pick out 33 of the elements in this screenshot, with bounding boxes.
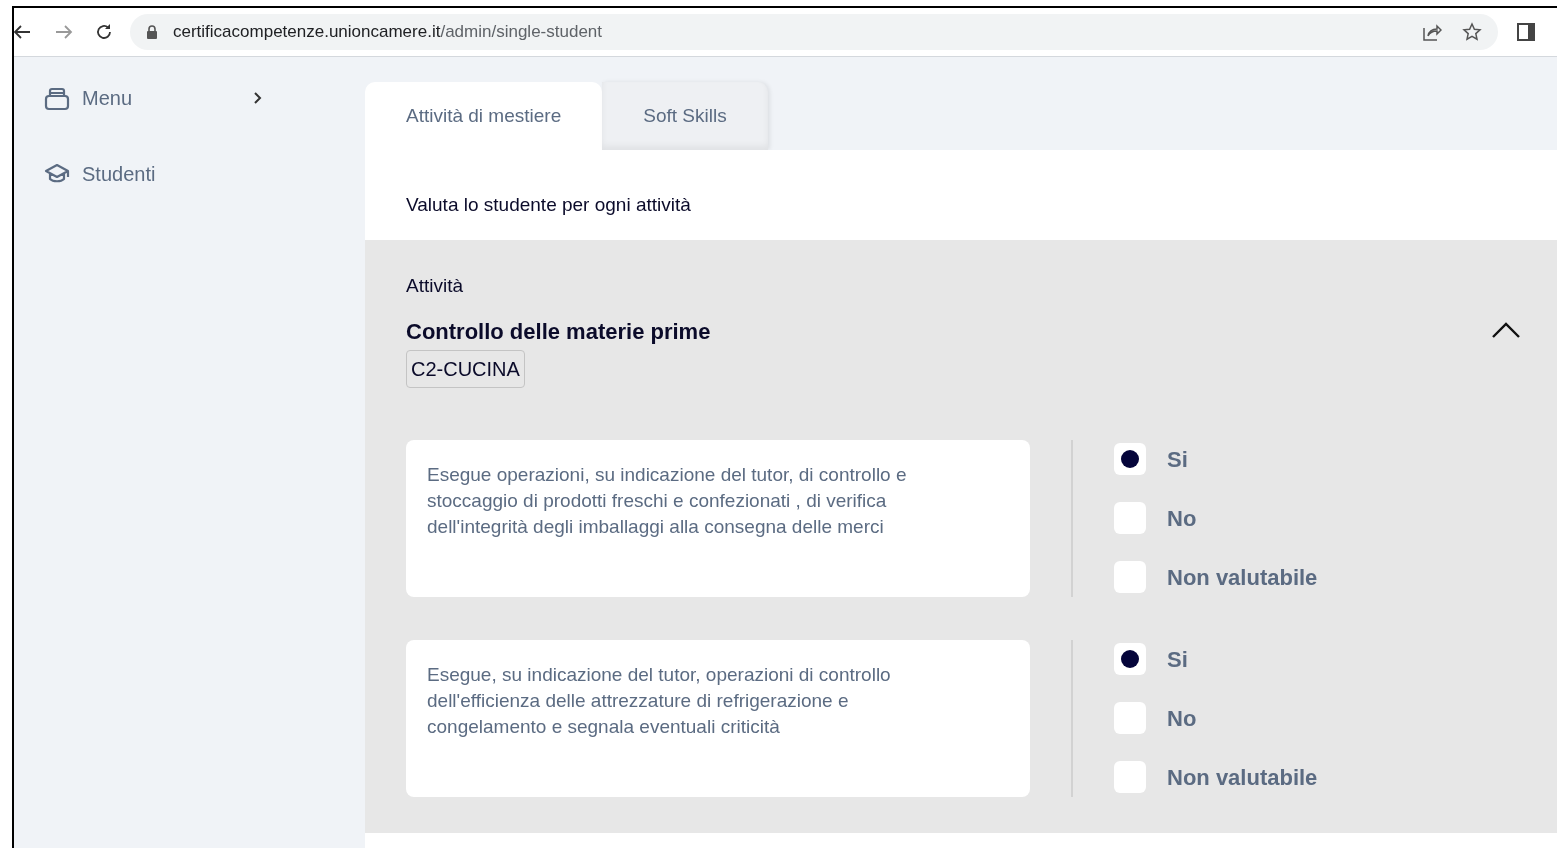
- reload-icon[interactable]: [94, 22, 114, 42]
- activity-description: Esegue operazioni, su indicazione del tutor, di controllo e stoccaggio di prodotti freschi e confezionati , di verifica dell'integrità degli imballaggi alla consegna delle merci: [406, 439, 1030, 597]
- category-tag: C2-CUCINA: [406, 349, 525, 388]
- activity-description: Esegue, su indicazione del tutor, operazioni di controllo dell'efficienza delle attrezzature di refrigerazione e congelamento e segnala eventuali criticità: [406, 639, 1030, 797]
- address-bar[interactable]: certificacompetenze.unioncamere.it/admin/single-student: [130, 14, 1498, 50]
- option-label: Si: [1167, 445, 1188, 474]
- share-icon[interactable]: [1422, 22, 1442, 42]
- tab[interactable]: Attività di mestiere: [365, 82, 603, 150]
- activity-title: Controllo delle materie prime: [406, 317, 711, 346]
- radio-button[interactable]: [1114, 643, 1146, 675]
- option-label: Non valutabile: [1167, 563, 1318, 592]
- instruction-text: Valuta lo studente per ogni attività: [406, 192, 691, 217]
- radio-button[interactable]: [1114, 443, 1146, 475]
- radio-button[interactable]: [1114, 761, 1146, 793]
- option-label: No: [1167, 704, 1197, 733]
- chevron-up-icon[interactable]: [1491, 321, 1521, 339]
- star-icon[interactable]: [1462, 22, 1482, 42]
- tray-icon: [44, 85, 70, 111]
- tab[interactable]: Soft Skills: [602, 82, 768, 150]
- radio-button[interactable]: [1114, 561, 1146, 593]
- url-host: certificacompetenze.unioncamere.it: [173, 22, 441, 42]
- radio-button[interactable]: [1114, 702, 1146, 734]
- url-path: /admin/single-student: [440, 22, 602, 42]
- sidebar-item[interactable]: Menu: [82, 83, 133, 113]
- activity-label: Attività: [406, 274, 465, 298]
- option-label: Si: [1167, 645, 1188, 674]
- option-label: Non valutabile: [1167, 763, 1318, 792]
- lock-icon: [146, 25, 158, 39]
- option-label: No: [1167, 504, 1197, 533]
- chevron-right-icon[interactable]: [252, 91, 264, 105]
- sidebar-item[interactable]: Studenti: [82, 159, 156, 189]
- side-panel-icon[interactable]: [1517, 23, 1535, 41]
- radio-button[interactable]: [1114, 502, 1146, 534]
